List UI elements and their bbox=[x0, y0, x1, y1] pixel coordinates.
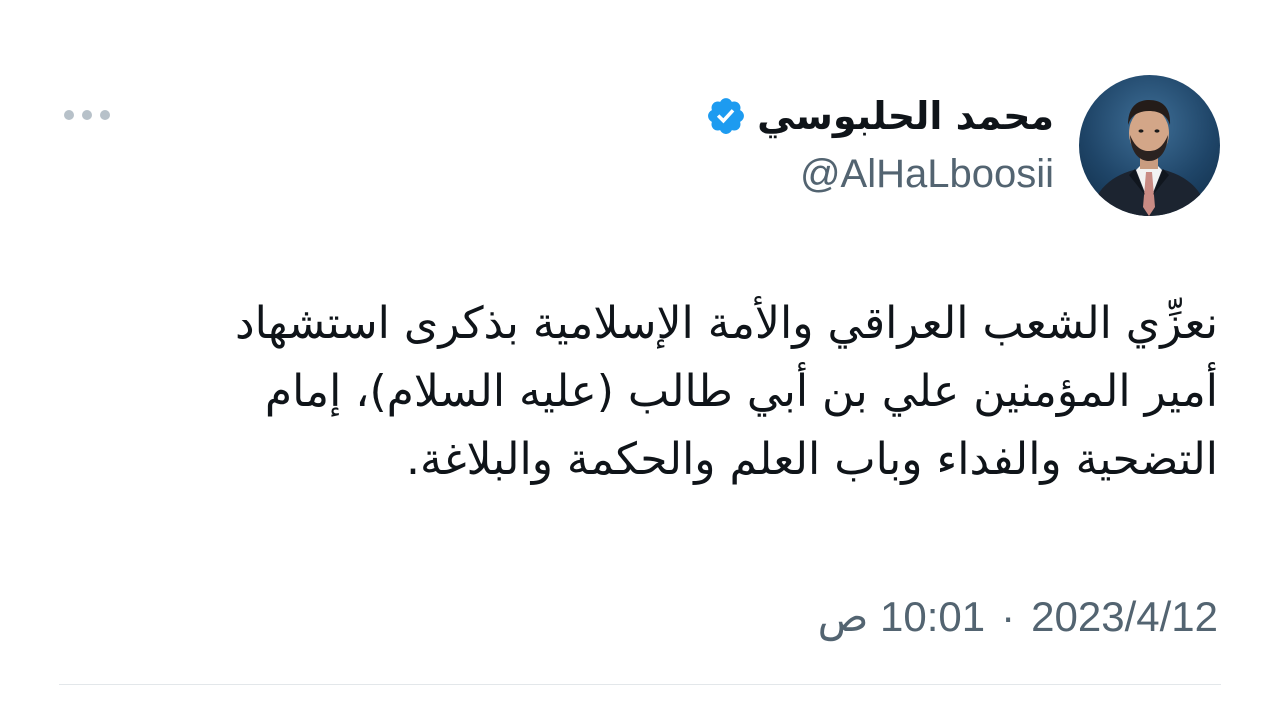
timestamp-separator: · bbox=[1001, 593, 1016, 640]
divider bbox=[59, 684, 1221, 685]
tweet-date: 2023/4/12 bbox=[1031, 593, 1218, 640]
verified-badge-icon[interactable] bbox=[705, 95, 747, 137]
author-handle[interactable]: @AlHaLboosii bbox=[800, 152, 1054, 197]
more-dot bbox=[64, 110, 74, 120]
avatar-image bbox=[1089, 100, 1210, 216]
tweet-time: 10:01 ص bbox=[817, 593, 986, 640]
author-name-row: محمد الحلبوسي bbox=[705, 88, 1054, 144]
tweet-text-line: نعزِّي الشعب العراقي والأمة الإسلامية بذ… bbox=[235, 298, 1218, 349]
more-options-icon[interactable] bbox=[64, 104, 110, 126]
tweet-text-line: أمير المؤمنين علي بن أبي طالب (عليه السل… bbox=[264, 366, 1218, 417]
tweet-card: محمد الحلبوسي @AlHaLboosii نعزِّي الشعب … bbox=[0, 0, 1280, 701]
author-display-name[interactable]: محمد الحلبوسي bbox=[757, 94, 1054, 138]
more-dot bbox=[82, 110, 92, 120]
avatar[interactable] bbox=[1079, 75, 1220, 216]
tweet-timestamp[interactable]: 2023/4/12 · 10:01 ص bbox=[818, 592, 1218, 641]
tweet-text-line: التضحية والفداء وباب العلم والحكمة والبل… bbox=[405, 434, 1218, 485]
more-dot bbox=[100, 110, 110, 120]
tweet-text: نعزِّي الشعب العراقي والأمة الإسلامية بذ… bbox=[118, 290, 1218, 494]
